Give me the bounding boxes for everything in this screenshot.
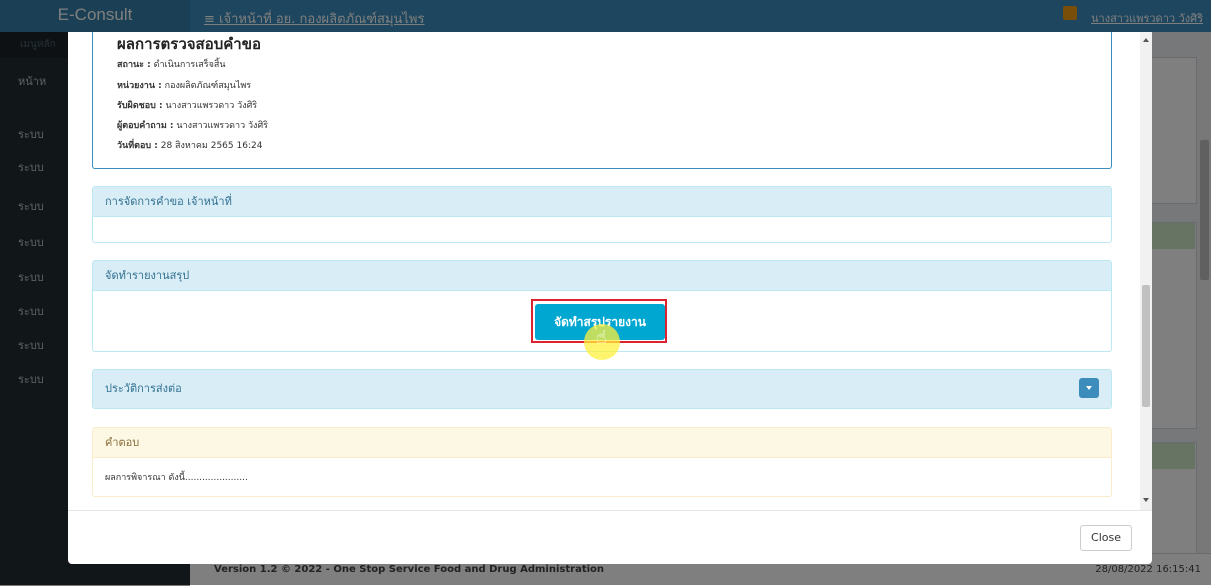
- result-card: ผลการตรวจสอบคำขอ สถานะ : ดำเนินการเสร็จส…: [92, 32, 1112, 169]
- agency-row: หน่วยงาน : กองผลิตภัณฑ์สมุนไพร: [117, 78, 251, 92]
- answerer-row: ผู้ตอบคำถาม : นางสาวแพรวดาว วังศิริ: [117, 118, 268, 132]
- scroll-down-icon[interactable]: [1143, 498, 1149, 502]
- modal-footer: Close: [68, 510, 1152, 565]
- modal-scrollbar[interactable]: [1140, 32, 1152, 510]
- answer-date-value: 28 สิงหาคม 2565 16:24: [160, 141, 263, 151]
- expand-toggle-button[interactable]: [1079, 378, 1099, 398]
- manage-request-title: การจัดการคำขอ เจ้าหน้าที่: [93, 187, 1111, 217]
- close-button[interactable]: Close: [1080, 525, 1132, 551]
- answer-date-row: วันที่ตอบ : 28 สิงหาคม 2565 16:24: [117, 138, 262, 152]
- modal-scrollbar-thumb[interactable]: [1142, 285, 1150, 407]
- hand-cursor-icon: ☝: [596, 327, 607, 348]
- status-row: สถานะ : ดำเนินการเสร็จสิ้น: [117, 57, 226, 71]
- answer-body: ผลการพิจารณา ดังนี้.....................…: [105, 473, 248, 483]
- result-title: ผลการตรวจสอบคำขอ: [117, 35, 261, 53]
- modal-dialog: ผลการตรวจสอบคำขอ สถานะ : ดำเนินการเสร็จส…: [68, 32, 1152, 564]
- chevron-down-icon: [1086, 386, 1092, 390]
- report-summary-title: จัดทำรายงานสรุป: [93, 261, 1111, 291]
- answerer-label: ผู้ตอบคำถาม :: [117, 121, 174, 131]
- manage-request-card: การจัดการคำขอ เจ้าหน้าที่: [92, 186, 1112, 243]
- responsible-label: รับผิดชอบ :: [117, 101, 163, 111]
- responsible-value: นางสาวแพรวดาว วังศิริ: [165, 101, 258, 111]
- answerer-value: นางสาวแพรวดาว วังศิริ: [176, 121, 268, 131]
- forward-history-card[interactable]: ประวัติการส่งต่อ: [92, 369, 1112, 409]
- agency-value: กองผลิตภัณฑ์สมุนไพร: [164, 81, 252, 91]
- status-label: สถานะ :: [117, 60, 151, 70]
- responsible-row: รับผิดชอบ : นางสาวแพรวดาว วังศิริ: [117, 98, 257, 112]
- forward-history-title: ประวัติการส่งต่อ: [93, 370, 1111, 408]
- modal-body: ผลการตรวจสอบคำขอ สถานะ : ดำเนินการเสร็จส…: [68, 32, 1152, 510]
- answer-date-label: วันที่ตอบ :: [117, 141, 158, 151]
- answer-title: คำตอบ: [93, 428, 1111, 458]
- status-value: ดำเนินการเสร็จสิ้น: [153, 60, 226, 70]
- agency-label: หน่วยงาน :: [117, 81, 162, 91]
- answer-card: คำตอบ ผลการพิจารณา ดังนี้...............…: [92, 427, 1112, 497]
- scroll-up-icon[interactable]: [1143, 38, 1149, 42]
